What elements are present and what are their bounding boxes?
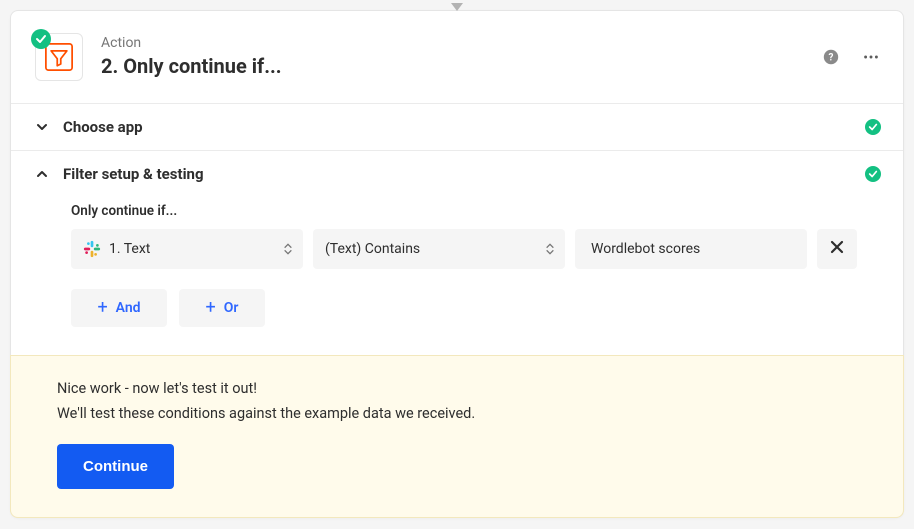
header-kicker: Action [101,35,282,52]
and-label: And [116,300,141,316]
logic-buttons-row: + And + Or [71,289,881,327]
status-complete-badge [31,29,51,49]
card-header: Action 2. Only continue if... ? [11,11,903,103]
header-text: Action 2. Only continue if... [101,35,282,80]
section-filter-setup: Filter setup & testing Only continue if.… [11,150,903,355]
footer-line-1: Nice work - now let's test it out! [57,380,877,397]
condition-value-input[interactable]: Wordlebot scores [575,229,807,269]
more-menu-icon[interactable] [859,45,883,69]
section-filter-setup-title: Filter setup & testing [63,165,204,183]
section-filter-setup-header[interactable]: Filter setup & testing [11,151,903,197]
footer-line-2: We'll test these conditions against the … [57,405,877,422]
add-or-button[interactable]: + Or [179,289,265,327]
check-icon [865,119,881,135]
filter-setup-body: Only continue if... [11,197,903,355]
action-card: Action 2. Only continue if... ? Choose a… [10,10,904,518]
svg-text:?: ? [829,53,834,64]
or-label: Or [224,300,239,316]
header-actions: ? [819,45,883,69]
chevron-up-icon [33,168,51,180]
plus-icon: + [97,299,107,317]
test-footer-panel: Nice work - now let's test it out! We'll… [10,355,904,518]
header-title: 2. Only continue if... [101,53,282,79]
add-and-button[interactable]: + And [71,289,167,327]
condition-row: 1. Text (Text) Contains Wordlebot scores [71,229,881,269]
select-caret-icon [545,244,555,255]
help-icon[interactable]: ? [819,45,843,69]
condition-value-text: Wordlebot scores [591,241,700,257]
remove-condition-button[interactable] [817,229,857,269]
app-icon-wrap [35,33,83,81]
condition-field-select[interactable]: 1. Text [71,229,303,269]
flow-arrow-down-icon [451,3,463,11]
condition-operator-select[interactable]: (Text) Contains [313,229,565,269]
chevron-down-icon [33,121,51,133]
continue-button[interactable]: Continue [57,444,174,489]
condition-label: Only continue if... [71,203,881,219]
section-choose-app-title: Choose app [63,118,143,136]
condition-operator-value: (Text) Contains [325,241,420,257]
condition-field-value: 1. Text [109,241,150,257]
check-icon [865,166,881,182]
slack-icon [83,240,101,258]
section-choose-app-header[interactable]: Choose app [11,104,903,150]
plus-icon: + [206,299,216,317]
close-icon [829,239,845,259]
select-caret-icon [283,244,293,255]
section-choose-app: Choose app [11,103,903,150]
